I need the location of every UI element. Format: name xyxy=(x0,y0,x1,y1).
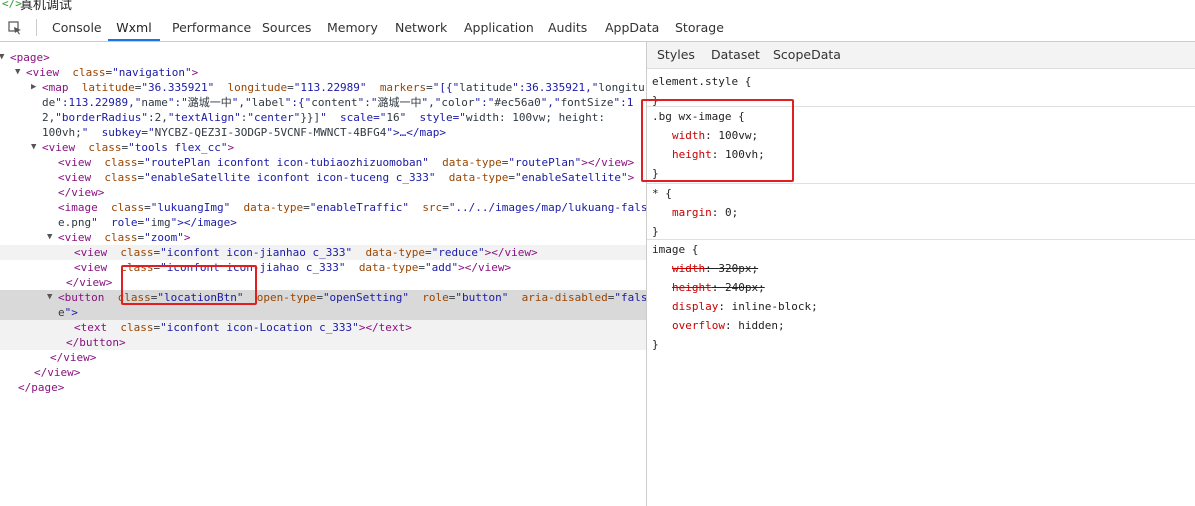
wxml-node-line[interactable]: <view class="iconfont icon-jiahao c_333"… xyxy=(0,260,646,275)
wxml-node-text: </view> xyxy=(50,351,97,364)
wxml-node-text: <image class="lukuangImg" data-type="ena… xyxy=(58,201,648,214)
tab-console[interactable]: Console xyxy=(52,14,102,41)
tab-styles[interactable]: Styles xyxy=(657,42,695,68)
highlight-box-class-attr xyxy=(121,265,257,305)
css-selector[interactable]: element.style { xyxy=(647,72,1195,91)
devtools-tab-bar: Console Wxml Performance Sources Memory … xyxy=(0,14,1195,42)
styles-sub-tabs: Styles Dataset ScopeData xyxy=(647,42,1195,69)
tab-audits[interactable]: Audits xyxy=(548,14,587,41)
wxml-node-line[interactable]: </view> xyxy=(0,365,646,380)
triangle-down-icon[interactable]: ▼ xyxy=(15,65,20,80)
wxml-node-line[interactable]: ▼ <view class="tools flex_cc"> xyxy=(0,140,646,155)
code-icon: </> xyxy=(2,0,22,10)
wxml-node-line[interactable]: </view> xyxy=(0,185,646,200)
tab-network[interactable]: Network xyxy=(395,14,447,41)
css-property[interactable]: height: 240px; xyxy=(647,278,1195,297)
wxml-node-line[interactable]: <view class="enableSatellite iconfont ic… xyxy=(0,170,646,185)
triangle-down-icon[interactable]: ▼ xyxy=(31,140,36,155)
css-property[interactable]: margin: 0; xyxy=(647,203,1195,222)
wxml-node-text: <view class="navigation"> xyxy=(26,66,199,79)
wxml-node-line[interactable]: ▶ <map latitude="36.335921" longitude="11… xyxy=(0,80,646,95)
wxml-node-text: <page> xyxy=(10,51,50,64)
wxml-node-line[interactable]: de":113.22989,"name":"潞城一中","label":{"co… xyxy=(0,95,646,110)
wxml-node-text: </view> xyxy=(34,366,81,379)
tab-scopedata[interactable]: ScopeData xyxy=(773,42,841,68)
triangle-down-icon[interactable]: ▼ xyxy=(47,290,52,305)
wxml-node-text: </page> xyxy=(18,381,65,394)
wxml-node-text: <map latitude="36.335921" longitude="113… xyxy=(42,81,645,94)
triangle-down-icon[interactable]: ▼ xyxy=(47,230,52,245)
wxml-node-line[interactable]: </view> xyxy=(0,275,646,290)
wxml-node-text: </button> xyxy=(66,336,126,349)
triangle-right-icon[interactable]: ▶ xyxy=(31,80,36,95)
tab-application[interactable]: Application xyxy=(464,14,534,41)
wxml-node-text: e"> xyxy=(58,306,78,319)
wxml-node-line[interactable]: </view> xyxy=(0,350,646,365)
wxml-node-text: 100vh;" subkey="NYCBZ-QEZ3I-3ODGP-5VCNF-… xyxy=(42,126,447,139)
css-rule-block: image {width: 320px; height: 240px; displa… xyxy=(647,239,1195,354)
wxml-node-line[interactable]: ▼ <page> xyxy=(0,50,646,65)
tab-appdata[interactable]: AppData xyxy=(605,14,659,41)
wxml-node-line[interactable]: ▼ <view class="navigation"> xyxy=(0,65,646,80)
wxml-node-line[interactable]: <view class="routePlan iconfont icon-tub… xyxy=(0,155,646,170)
triangle-down-icon[interactable]: ▼ xyxy=(0,50,4,65)
wxml-node-text: 2,"borderRadius":2,"textAlign":"center"}… xyxy=(42,111,605,124)
wxml-node-line[interactable]: <image class="lukuangImg" data-type="ena… xyxy=(0,200,648,215)
tab-storage[interactable]: Storage xyxy=(675,14,724,41)
tab-memory[interactable]: Memory xyxy=(327,14,378,41)
wxml-node-text: </view> xyxy=(66,276,113,289)
wxml-node-line[interactable]: ▼ <view class="zoom"> xyxy=(0,230,646,245)
tab-sources[interactable]: Sources xyxy=(262,14,311,41)
window-title-bar: </> 真机调试 xyxy=(0,0,1195,14)
wxml-node-text: <text class="iconfont icon-Location c_33… xyxy=(74,321,412,334)
wxml-node-text: <view class="enableSatellite iconfont ic… xyxy=(58,171,635,184)
wxml-node-line[interactable]: e"> xyxy=(0,305,646,320)
window-title: 真机调试 xyxy=(20,0,73,13)
wxml-node-line[interactable]: 2,"borderRadius":2,"textAlign":"center"}… xyxy=(0,110,646,125)
css-rule-block: * {margin: 0;} xyxy=(647,183,1195,241)
css-rule-close: } xyxy=(652,338,659,351)
css-property[interactable]: overflow: hidden; xyxy=(647,316,1195,335)
tab-dataset[interactable]: Dataset xyxy=(711,42,760,68)
wxml-node-text: de":113.22989,"name":"潞城一中","label":{"co… xyxy=(42,96,634,109)
wxml-node-text: <view class="routePlan iconfont icon-tub… xyxy=(58,156,635,169)
tab-bar-divider xyxy=(36,19,37,36)
tab-performance[interactable]: Performance xyxy=(172,14,251,41)
wxml-node-line[interactable]: 100vh;" subkey="NYCBZ-QEZ3I-3ODGP-5VCNF-… xyxy=(0,125,646,140)
css-property[interactable]: width: 320px; xyxy=(647,259,1195,278)
wxml-node-line[interactable]: e.png" role="img"></image> xyxy=(0,215,646,230)
wxml-node-line[interactable]: <view class="iconfont icon-jianhao c_333… xyxy=(0,245,646,260)
inspect-icon[interactable] xyxy=(8,20,22,35)
wxml-node-text: <view class="tools flex_cc"> xyxy=(42,141,235,154)
tab-wxml[interactable]: Wxml xyxy=(108,14,160,41)
wxml-tree-panel: ▼ <page> ▼ <view class="navigation"> ▶ <map l… xyxy=(0,42,648,506)
wxml-node-line[interactable]: <text class="iconfont icon-Location c_33… xyxy=(0,320,646,335)
css-selector[interactable]: * { xyxy=(647,184,1195,203)
css-selector[interactable]: image { xyxy=(647,240,1195,259)
css-property[interactable]: display: inline-block; xyxy=(647,297,1195,316)
wxml-node-text: <view class="zoom"> xyxy=(58,231,191,244)
wxml-node-text: </view> xyxy=(58,186,105,199)
wxml-node-text: <view class="iconfont icon-jianhao c_333… xyxy=(74,246,538,259)
wxml-node-line[interactable]: </button> xyxy=(0,335,646,350)
wxml-node-line[interactable]: ▼ <button class="locationBtn" open-type="… xyxy=(0,290,647,305)
wxml-node-line[interactable]: </page> xyxy=(0,380,646,395)
wxml-node-text: e.png" role="img"></image> xyxy=(58,216,237,229)
highlight-box-css-rule xyxy=(641,99,794,182)
